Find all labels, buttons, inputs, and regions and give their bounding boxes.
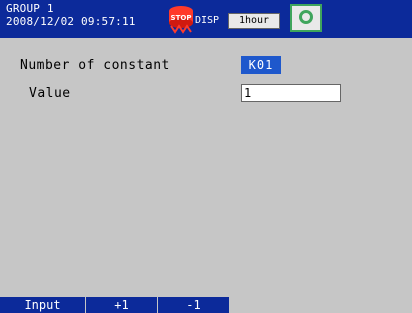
disp-label: DISP [195, 15, 220, 26]
camera-lens-icon [299, 10, 313, 24]
constant-number-field[interactable]: K01 [241, 56, 281, 74]
softkey-input[interactable]: Input [0, 297, 86, 313]
status-header: GROUP 1 2008/12/02 09:57:11 STOP DISP 1h… [0, 0, 412, 38]
datetime: 2008/12/02 09:57:11 [6, 15, 136, 28]
value-input[interactable]: 1 [241, 84, 341, 102]
stop-status-icon: STOP [169, 6, 193, 34]
constant-number-label: Number of constant [20, 58, 170, 73]
group-name: GROUP 1 [6, 2, 54, 15]
recorder-screen: GROUP 1 2008/12/02 09:57:11 STOP DISP 1h… [0, 0, 412, 313]
softkey-plus-one[interactable]: +1 [86, 297, 158, 313]
time-range-box[interactable]: 1hour [228, 13, 280, 29]
camera-icon[interactable] [290, 4, 322, 32]
softkey-bar: Input +1 -1 [0, 297, 412, 313]
value-label: Value [29, 86, 71, 101]
softkey-minus-one[interactable]: -1 [158, 297, 230, 313]
svg-text:STOP: STOP [171, 14, 192, 22]
